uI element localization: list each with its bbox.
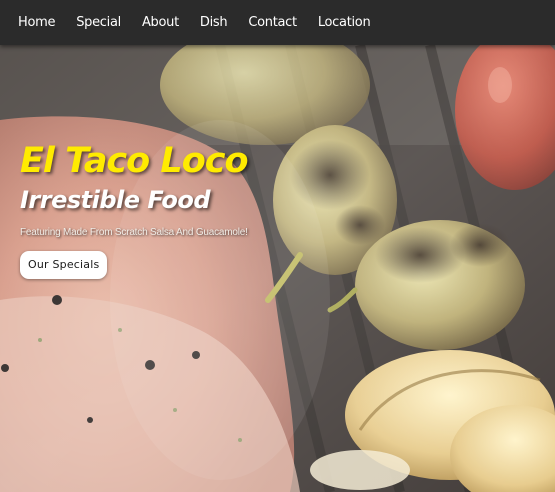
our-specials-button[interactable]: Our Specials xyxy=(20,251,108,279)
nav-list: Home Special About Dish Contact Location xyxy=(0,0,391,45)
nav-item-location[interactable]: Location xyxy=(318,15,371,30)
nav-item-contact[interactable]: Contact xyxy=(248,15,297,30)
hero-title: El Taco Loco xyxy=(20,141,249,181)
nav-item-home[interactable]: Home xyxy=(18,15,56,30)
nav-item-dish[interactable]: Dish xyxy=(200,15,228,30)
main-navbar: Home Special About Dish Contact Location xyxy=(0,0,555,45)
hero-subtitle: Irrestible Food xyxy=(20,186,211,214)
hero-section: El Taco Loco Irrestible Food Featuring M… xyxy=(20,140,249,279)
nav-item-special[interactable]: Special xyxy=(76,15,121,30)
nav-item-about[interactable]: About xyxy=(142,15,179,30)
hero-tagline: Featuring Made From Scratch Salsa And Gu… xyxy=(20,227,248,238)
